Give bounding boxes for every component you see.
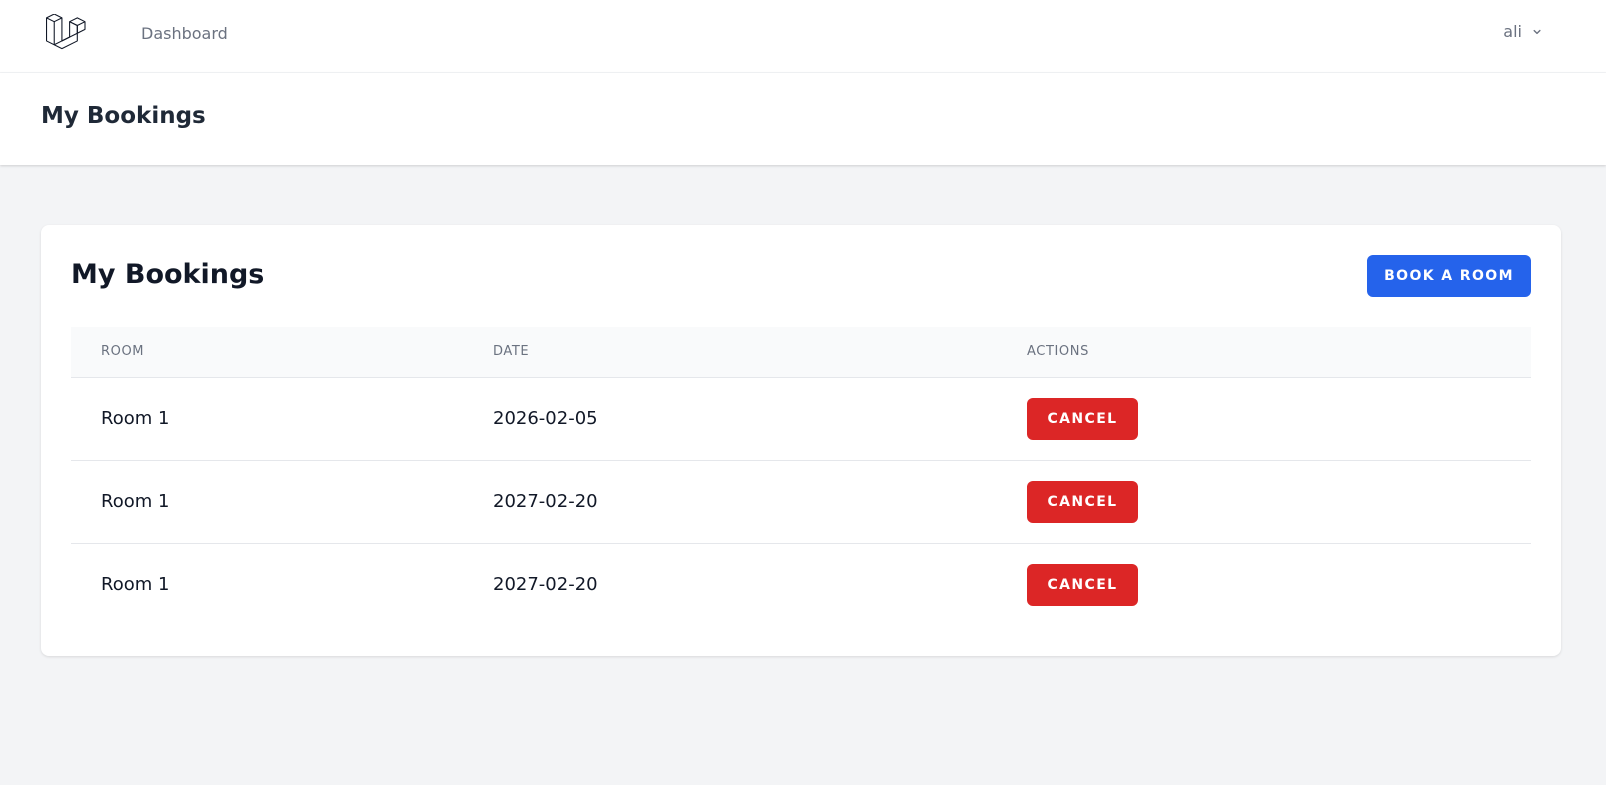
column-header-date: DATE	[493, 344, 530, 360]
cancel-button[interactable]: CANCEL	[1027, 563, 1138, 606]
top-navigation: Dashboard ali	[0, 0, 1606, 73]
laravel-logo-icon[interactable]	[44, 14, 86, 54]
table-row: Room 1 2026-02-05 CANCEL	[71, 377, 1531, 460]
user-menu-dropdown[interactable]: ali	[1503, 22, 1544, 41]
date-cell: 2027-02-20	[493, 574, 598, 596]
room-cell: Room 1	[101, 574, 170, 596]
room-cell: Room 1	[101, 408, 170, 429]
cancel-button[interactable]: CANCEL	[1027, 480, 1138, 523]
user-name: ali	[1503, 22, 1522, 41]
date-cell: 2026-02-05	[493, 408, 598, 429]
actions-cell: CANCEL	[997, 377, 1531, 460]
bookings-table: ROOM DATE ACTIONS Room 1 2026-02-05 CANC…	[71, 327, 1531, 626]
table-row: Room 1 2027-02-20 CANCEL	[71, 543, 1531, 626]
column-header-room: ROOM	[101, 344, 145, 360]
actions-cell: CANCEL	[997, 543, 1531, 626]
bookings-card: My Bookings BOOK A ROOM ROOM DATE ACTION…	[41, 225, 1561, 656]
page-header: My Bookings	[0, 73, 1606, 165]
room-cell: Room 1	[101, 491, 170, 512]
book-a-room-button[interactable]: BOOK A ROOM	[1367, 255, 1531, 297]
cancel-button[interactable]: CANCEL	[1027, 397, 1138, 440]
table-row: Room 1 2027-02-20 CANCEL	[71, 460, 1531, 543]
chevron-down-icon	[1533, 29, 1541, 34]
nav-dashboard-link[interactable]: Dashboard	[141, 24, 228, 43]
table-header-row: ROOM DATE ACTIONS	[71, 327, 1531, 377]
date-cell: 2027-02-20	[493, 491, 598, 512]
page-title: My Bookings	[41, 103, 206, 129]
actions-cell: CANCEL	[997, 460, 1531, 543]
column-header-actions: ACTIONS	[1027, 344, 1089, 360]
card-title: My Bookings	[71, 259, 265, 290]
